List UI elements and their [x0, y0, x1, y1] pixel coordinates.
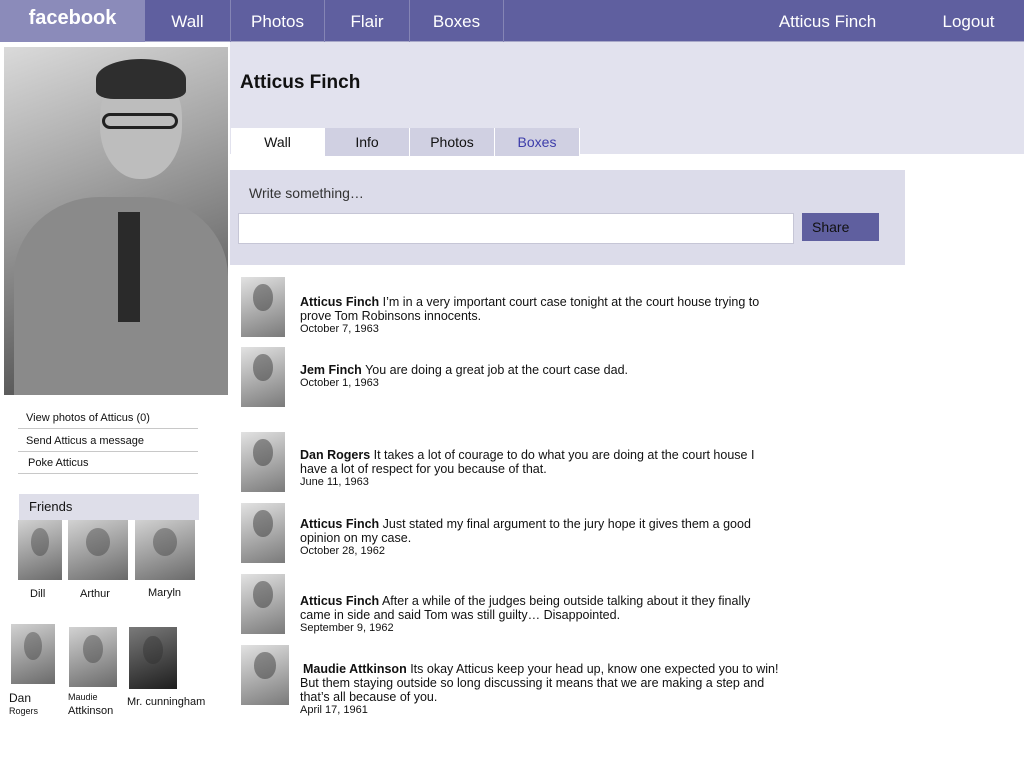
friend-name-maryln[interactable]: Maryln [148, 587, 181, 599]
friend-photo-maudie[interactable] [69, 627, 117, 687]
wall-post: Dan Rogers It takes a lot of courage to … [300, 448, 780, 489]
facebook-logo[interactable]: facebook [0, 0, 145, 42]
friend-photo-dan-rogers[interactable] [11, 624, 55, 684]
tab-photos[interactable]: Photos [410, 128, 495, 156]
logout-button[interactable]: Logout [915, 0, 1022, 42]
friend-name-attkinson[interactable]: Attkinson [68, 705, 113, 717]
post-date: September 9, 1962 [300, 622, 394, 634]
post-date: October 7, 1963 [300, 323, 379, 335]
post-author[interactable]: Atticus Finch [300, 517, 379, 531]
wall-post: Atticus Finch Just stated my final argum… [300, 517, 780, 558]
wall-post: Jem Finch You are doing a great job at t… [300, 363, 780, 390]
friend-name-dill[interactable]: Dill [30, 588, 45, 600]
wall-post: Atticus Finch I’m in a very important co… [300, 295, 780, 336]
send-message-link[interactable]: Send Atticus a message [18, 431, 198, 452]
post-date: June 11, 1963 [300, 476, 369, 488]
profile-photo-tie [118, 212, 140, 322]
post-author[interactable]: Maudie Attkinson [303, 662, 407, 676]
nav-photos[interactable]: Photos [231, 0, 325, 42]
nav-user-name[interactable]: Atticus Finch [760, 0, 895, 42]
post-avatar[interactable] [241, 503, 285, 563]
friend-photo-dill[interactable] [18, 520, 62, 580]
wall-post: Atticus Finch After a while of the judge… [300, 594, 780, 635]
profile-photo[interactable] [4, 47, 228, 395]
friends-heading: Friends [19, 494, 199, 520]
tab-info[interactable]: Info [325, 128, 410, 156]
tab-wall[interactable]: Wall [231, 128, 325, 156]
tab-boxes[interactable]: Boxes [495, 128, 580, 156]
post-avatar[interactable] [241, 432, 285, 492]
post-author[interactable]: Atticus Finch [300, 295, 379, 309]
post-author[interactable]: Jem Finch [300, 363, 362, 377]
top-nav-bar: facebook Wall Photos Flair Boxes Atticus… [0, 0, 1024, 42]
friend-photo-maryln[interactable] [135, 520, 195, 580]
post-avatar[interactable] [241, 347, 285, 407]
post-avatar[interactable] [241, 277, 285, 337]
nav-boxes[interactable]: Boxes [410, 0, 504, 42]
share-button[interactable]: Share [802, 213, 879, 241]
post-date: October 1, 1963 [300, 377, 379, 389]
friend-photo-arthur[interactable] [68, 520, 128, 580]
post-avatar[interactable] [241, 574, 285, 634]
wall-post: Maudie Attkinson Its okay Atticus keep y… [300, 662, 790, 717]
friend-name-dan[interactable]: Dan [9, 691, 31, 705]
page-title: Atticus Finch [240, 72, 361, 93]
composer-input[interactable] [238, 213, 794, 244]
post-author[interactable]: Atticus Finch [300, 594, 379, 608]
nav-wall[interactable]: Wall [145, 0, 231, 42]
post-author[interactable]: Dan Rogers [300, 448, 370, 462]
profile-photo-glasses [102, 113, 178, 129]
friend-name-maudie[interactable]: Maudie [68, 692, 98, 702]
view-photos-link[interactable]: View photos of Atticus (0) [18, 408, 198, 429]
post-date: April 17, 1961 [300, 704, 368, 716]
friend-name-arthur[interactable]: Arthur [80, 588, 110, 600]
nav-flair[interactable]: Flair [325, 0, 410, 42]
post-date: October 28, 1962 [300, 545, 386, 557]
post-text: You are doing a great job at the court c… [365, 363, 628, 377]
composer-label: Write something… [249, 185, 364, 201]
friend-name-mr-cunningham[interactable]: Mr. cunningham [127, 696, 205, 708]
friend-name-rogers[interactable]: Rogers [9, 706, 38, 716]
post-avatar[interactable] [241, 645, 289, 705]
poke-link[interactable]: Poke Atticus [18, 453, 198, 474]
profile-photo-hair [96, 59, 186, 99]
friend-photo-mr-cunningham[interactable] [129, 627, 177, 689]
